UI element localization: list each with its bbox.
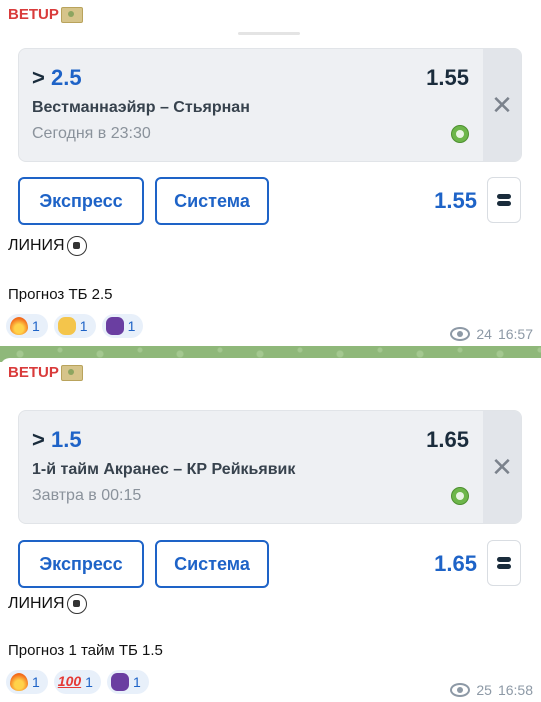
money-icon — [60, 364, 83, 381]
reactions: 1 100 1 1 — [6, 670, 149, 694]
line-label: ЛИНИЯ — [8, 236, 87, 256]
close-icon[interactable]: ✕ — [483, 49, 521, 161]
match-time: Сегодня в 23:30 — [32, 125, 151, 142]
system-button[interactable]: Система — [155, 177, 269, 225]
line-label: ЛИНИЯ — [8, 594, 87, 614]
sender-label: BETUP — [8, 364, 59, 381]
system-button[interactable]: Система — [155, 540, 269, 588]
view-count: 24 — [476, 326, 492, 342]
express-button[interactable]: Экспресс — [18, 177, 144, 225]
reaction-alien[interactable]: 1 — [106, 670, 149, 694]
match-name: Вестманнаэйяр – Стьярнан — [32, 99, 250, 116]
message-meta: 25 16:58 — [450, 682, 533, 698]
reactions: 1 1 1 — [6, 314, 144, 338]
soccer-emoji-icon — [66, 236, 87, 256]
hundred-icon: 100 — [57, 673, 82, 689]
soccer-emoji-icon — [66, 594, 87, 614]
bet-odds: 1.65 — [426, 427, 469, 452]
drag-handle — [238, 32, 300, 35]
timestamp: 16:57 — [497, 326, 533, 342]
reaction-hundred[interactable]: 100 1 — [53, 670, 101, 694]
alien-icon — [105, 317, 124, 335]
money-icon — [60, 6, 83, 23]
close-icon[interactable]: ✕ — [483, 411, 521, 523]
reaction-alien[interactable]: 1 — [101, 314, 144, 338]
match-name: 1-й тайм Акранес – КР Рейкьявик — [32, 461, 296, 478]
bet-selection: > 1.5 — [32, 427, 82, 452]
message-2: BETUP > 1.5 1.65 1-й тайм Акранес – КР Р… — [0, 358, 541, 702]
eye-icon — [450, 327, 471, 341]
reaction-clap[interactable]: 1 — [53, 314, 96, 338]
bet-card[interactable]: > 2.5 1.55 Вестманнаэйяр – Стьярнан Сего… — [18, 48, 522, 162]
total-odds: 1.55 — [434, 188, 477, 213]
reaction-fire[interactable]: 1 — [6, 670, 48, 694]
sender-name[interactable]: BETUP — [8, 6, 83, 23]
bet-selection: > 2.5 — [32, 65, 82, 90]
sender-label: BETUP — [8, 6, 59, 23]
toggle-button[interactable] — [487, 177, 521, 223]
soccer-ball-icon — [451, 487, 469, 505]
soccer-ball-icon — [451, 125, 469, 143]
express-button[interactable]: Экспресс — [18, 540, 144, 588]
sender-name[interactable]: BETUP — [8, 364, 83, 381]
bet-card[interactable]: > 1.5 1.65 1-й тайм Акранес – КР Рейкьяв… — [18, 410, 522, 524]
total-odds: 1.65 — [434, 551, 477, 576]
fire-icon — [10, 673, 28, 691]
toggle-button[interactable] — [487, 540, 521, 586]
clap-icon — [57, 317, 76, 335]
eye-icon — [450, 683, 471, 697]
forecast-text: Прогноз ТБ 2.5 — [8, 286, 113, 303]
message-meta: 24 16:57 — [450, 326, 533, 342]
bet-odds: 1.55 — [426, 65, 469, 90]
forecast-text: Прогноз 1 тайм ТБ 1.5 — [8, 642, 163, 659]
match-time: Завтра в 00:15 — [32, 487, 142, 504]
view-count: 25 — [476, 682, 492, 698]
toggle-icon — [497, 556, 511, 570]
reaction-fire[interactable]: 1 — [6, 314, 48, 338]
toggle-icon — [497, 193, 511, 207]
alien-icon — [110, 673, 129, 691]
fire-icon — [10, 317, 28, 335]
message-1: BETUP > 2.5 1.55 Вестманнаэйяр – Стьярна… — [0, 0, 541, 346]
timestamp: 16:58 — [497, 682, 533, 698]
